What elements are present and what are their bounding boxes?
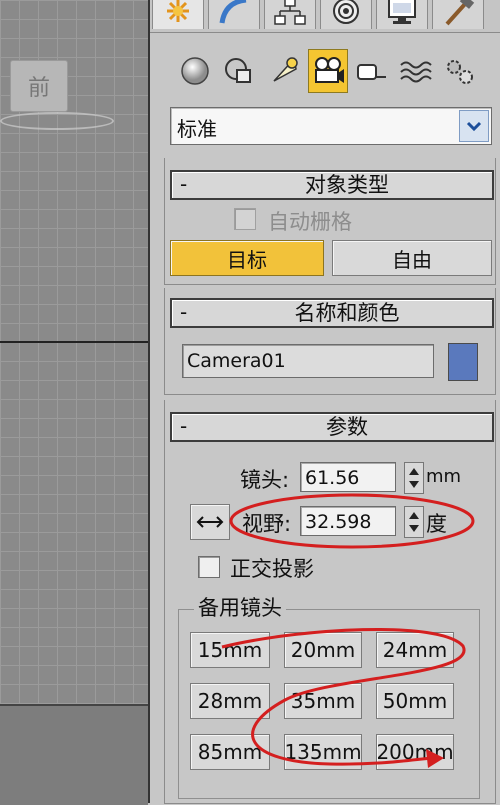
fov-spinner[interactable] (404, 506, 424, 538)
modify-arc-icon (219, 0, 247, 24)
name-color-rollout-header[interactable]: - 名称和颜色 (170, 298, 494, 328)
tab-motion[interactable] (320, 0, 372, 29)
shapes-icon (225, 58, 251, 83)
viewcube-face-label: 前 (27, 76, 50, 101)
viewcube[interactable]: 前 (10, 60, 68, 112)
orthographic-checkbox[interactable] (198, 556, 220, 578)
category-shapes[interactable] (220, 51, 258, 91)
dropdown-value: 标准 (177, 117, 217, 141)
command-panel: 标准 - 对象类型 自动栅格 目标 自由 - 名称和颜色 Camera01 - … (150, 0, 500, 804)
fov-label: 视野: (242, 512, 292, 536)
lens-15mm-button[interactable]: 15mm (190, 632, 270, 668)
lens-200mm-button[interactable]: 200mm (376, 734, 454, 770)
object-name-input[interactable]: Camera01 (182, 344, 434, 378)
lens-28mm-button[interactable]: 28mm (190, 683, 270, 719)
category-cameras[interactable] (308, 49, 348, 93)
fov-input[interactable]: 32.598 (300, 506, 396, 536)
autogrid-checkbox[interactable] (234, 208, 256, 230)
target-camera-button[interactable]: 目标 (170, 240, 324, 276)
category-buttons (176, 49, 496, 93)
tab-create[interactable] (152, 0, 204, 29)
lower-viewport[interactable] (0, 704, 148, 805)
collapse-icon: - (180, 300, 188, 324)
category-geometry[interactable] (176, 51, 214, 91)
autogrid-label: 自动栅格 (268, 210, 352, 234)
lens-input[interactable]: 61.56 (300, 462, 396, 492)
lens-50mm-button[interactable]: 50mm (376, 683, 454, 719)
lens-label: 镜头: (240, 468, 290, 492)
waves-icon (400, 61, 432, 83)
category-space-warps[interactable] (396, 51, 434, 91)
command-panel-tabs (150, 0, 500, 32)
viewport-divider[interactable] (0, 341, 148, 343)
gears-icon (447, 60, 473, 84)
rollout-title: 名称和颜色 (294, 301, 400, 325)
light-icon (273, 57, 298, 82)
lens-35mm-button[interactable]: 35mm (284, 683, 362, 719)
hammer-icon (445, 0, 475, 26)
tab-modify[interactable] (208, 0, 260, 29)
stock-lenses-title: 备用镜头 (194, 592, 286, 622)
fov-direction-button[interactable] (190, 504, 230, 540)
viewcube-ring[interactable] (0, 112, 114, 130)
rollout-title: 对象类型 (305, 173, 389, 197)
orthographic-label: 正交投影 (230, 557, 314, 581)
tab-hierarchy[interactable] (264, 0, 316, 29)
free-camera-button[interactable]: 自由 (332, 240, 492, 276)
tab-utilities[interactable] (432, 0, 484, 29)
motion-icon (333, 0, 359, 24)
lens-24mm-button[interactable]: 24mm (376, 632, 454, 668)
display-monitor-icon (388, 0, 416, 24)
viewport-grid[interactable]: 前 (0, 0, 150, 805)
hierarchy-icon (274, 0, 306, 25)
star-burst-icon (167, 0, 189, 22)
collapse-icon: - (180, 414, 188, 438)
camera-icon (315, 57, 344, 83)
lens-85mm-button[interactable]: 85mm (190, 734, 270, 770)
object-type-rollout-header[interactable]: - 对象类型 (170, 170, 494, 200)
category-systems[interactable] (440, 51, 478, 91)
sphere-icon (181, 57, 209, 85)
lens-135mm-button[interactable]: 135mm (284, 734, 362, 770)
parameters-rollout-header[interactable]: - 参数 (170, 412, 494, 442)
rollout-title: 参数 (326, 415, 368, 439)
chevron-down-icon[interactable] (459, 110, 489, 142)
horizontal-arrow-icon (196, 516, 224, 528)
object-color-swatch[interactable] (448, 343, 478, 381)
tab-display[interactable] (376, 0, 428, 29)
category-helpers[interactable] (352, 51, 390, 91)
category-lights[interactable] (264, 51, 302, 91)
lens-20mm-button[interactable]: 20mm (284, 632, 362, 668)
camera-type-dropdown[interactable]: 标准 (170, 107, 492, 145)
tape-helper-icon (357, 64, 386, 80)
fov-unit: 度 (426, 512, 447, 536)
collapse-icon: - (180, 172, 188, 196)
lens-unit: mm (426, 466, 462, 487)
lens-spinner[interactable] (404, 462, 424, 494)
